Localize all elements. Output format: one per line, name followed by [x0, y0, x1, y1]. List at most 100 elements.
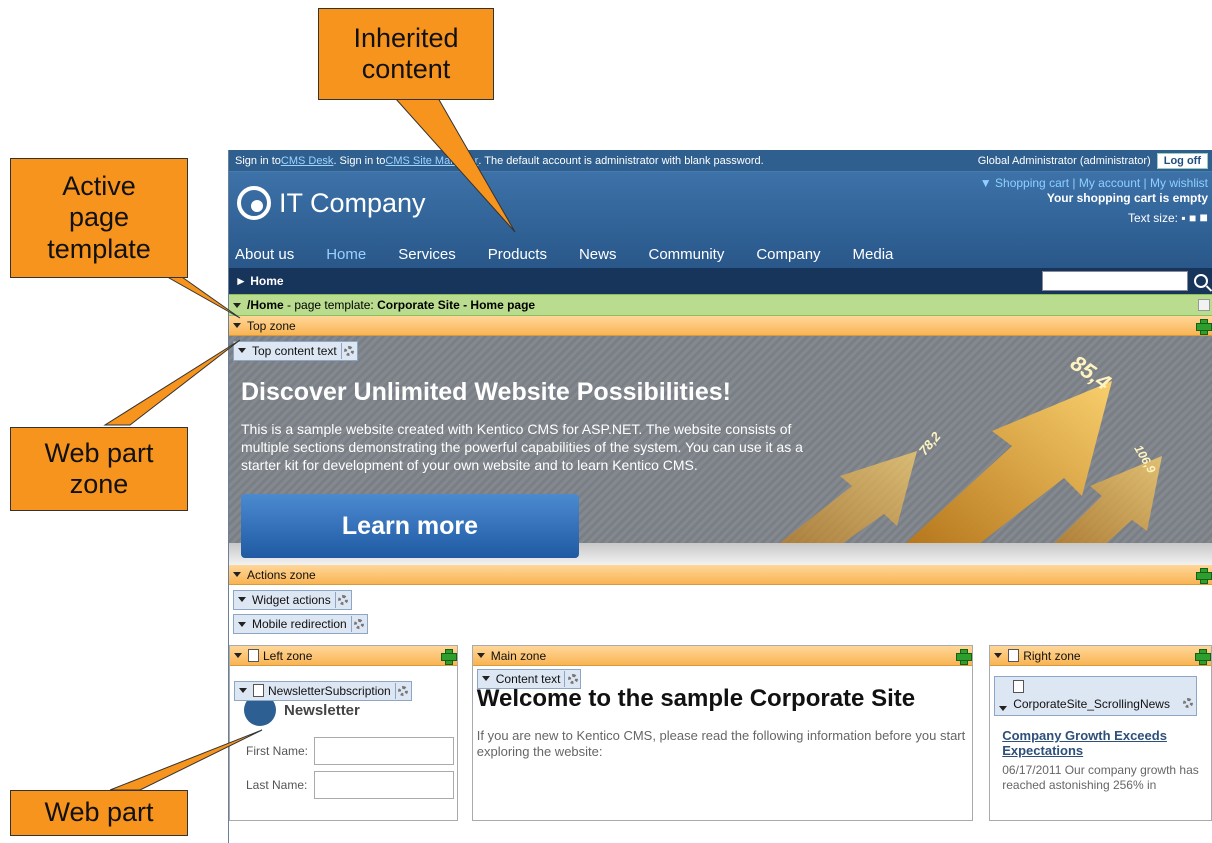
site-logo[interactable]: IT Company [237, 186, 426, 220]
add-webpart-icon[interactable] [440, 648, 457, 665]
webpart-widget-actions[interactable]: Widget actions [233, 589, 352, 610]
first-name-field[interactable] [314, 737, 455, 765]
main-intro-text: If you are new to Kentico CMS, please re… [476, 728, 966, 759]
zone-label: Top zone [247, 318, 296, 333]
nav-item-services[interactable]: Services [384, 246, 474, 263]
breadcrumb-bar: ► Home [229, 268, 1212, 294]
learn-more-button[interactable]: Learn more [241, 494, 579, 558]
actions-zone-header[interactable]: Actions zone [229, 565, 1212, 585]
cart-icon: ▼ [979, 176, 996, 190]
gear-icon[interactable] [350, 616, 367, 632]
newsletter-heading: Newsletter [284, 702, 360, 719]
cms-desk-link[interactable]: CMS Desk [281, 155, 334, 167]
zone-menu-arrow-icon[interactable] [994, 653, 1003, 658]
last-name-label: Last Name: [246, 778, 308, 792]
main-zone-header[interactable]: Main zone [472, 646, 973, 666]
zone-label: Left zone [263, 648, 313, 663]
user-name: Global Administrator (administrator) [977, 154, 1151, 167]
webpart-top-content-text[interactable]: Top content text [233, 340, 358, 361]
webpart-menu-arrow-icon[interactable] [238, 621, 246, 627]
callout-web-part: Web part [10, 790, 188, 836]
webpart-scrolling-news[interactable]: CorporateSite_ScrollingNews [994, 676, 1197, 716]
content-columns: Left zone Newsletter NewsletterSubscript… [229, 645, 1212, 821]
add-webpart-icon[interactable] [1196, 318, 1212, 335]
search-icon[interactable] [1194, 274, 1208, 288]
gear-icon[interactable] [1180, 695, 1196, 711]
callout-active-page-template: Active page template [10, 158, 188, 278]
text-size-control: Text size: ▪ ■ ■ [980, 210, 1208, 226]
nav-item-about[interactable]: About us [229, 246, 312, 263]
document-icon [248, 649, 259, 662]
last-name-row: Last Name: [246, 768, 457, 802]
gear-icon[interactable] [340, 342, 357, 359]
nav-item-home[interactable]: Home [312, 246, 384, 263]
gear-icon[interactable] [334, 591, 351, 608]
annotated-screenshot: Inherited content Active page template W… [0, 0, 1212, 843]
webpart-label-group: CorporateSite_ScrollingNews [1013, 680, 1170, 711]
webpart-label: NewsletterSubscription [268, 683, 391, 698]
logoff-button[interactable]: Log off [1156, 152, 1208, 169]
zone-menu-arrow-icon[interactable] [476, 653, 485, 658]
default-account-text: . The default account is administrator w… [478, 154, 764, 167]
actions-zone-body: Widget actions Mobile redirection [229, 585, 1212, 645]
webpart-content-text[interactable]: Content text [476, 668, 582, 689]
sign-in-text-2: . Sign in to [333, 154, 386, 167]
webpart-label: Top content text [252, 343, 337, 358]
nav-item-community[interactable]: Community [634, 246, 742, 263]
first-name-row: First Name: [246, 734, 457, 768]
top-banner: Top content text 85,4 78,2 106,9 Discove… [229, 336, 1212, 565]
text-size-large-icon[interactable]: ■ [1200, 209, 1208, 225]
left-zone: Left zone Newsletter NewsletterSubscript… [229, 645, 458, 821]
webpart-menu-arrow-icon[interactable] [238, 348, 246, 353]
zone-label: Main zone [490, 648, 547, 663]
add-webpart-icon[interactable] [1195, 648, 1211, 665]
breadcrumb[interactable]: ► Home [235, 274, 284, 288]
webpart-menu-arrow-icon[interactable] [999, 706, 1008, 711]
document-icon [1008, 649, 1020, 662]
main-heading: Welcome to the sample Corporate Site [476, 685, 916, 712]
nav-item-news[interactable]: News [565, 246, 635, 263]
cart-links[interactable]: ▼ Shopping cart | My account | My wishli… [980, 176, 1208, 191]
cart-box: ▼ Shopping cart | My account | My wishli… [980, 176, 1208, 226]
news-title-link[interactable]: Company Growth Exceeds Expectations [1002, 728, 1205, 758]
webpart-label: CorporateSite_ScrollingNews [1013, 697, 1170, 711]
nav-item-media[interactable]: Media [839, 246, 912, 263]
webpart-menu-arrow-icon[interactable] [239, 688, 247, 693]
cart-links-text[interactable]: Shopping cart | My account | My wishlist [995, 176, 1208, 190]
right-zone-header[interactable]: Right zone [990, 646, 1211, 666]
banner-text: This is a sample website created with Ke… [241, 421, 803, 473]
first-name-label: First Name: [246, 744, 309, 758]
zone-label: Right zone [1023, 648, 1081, 663]
main-zone: Main zone Content text Welcome to the sa… [471, 645, 974, 821]
gear-icon[interactable] [564, 670, 580, 687]
sign-in-text: Sign in to [235, 154, 281, 167]
webpart-newsletter-subscription[interactable]: NewsletterSubscription [234, 680, 412, 701]
webpart-menu-arrow-icon[interactable] [238, 597, 246, 602]
add-webpart-icon[interactable] [956, 648, 973, 665]
webpart-mobile-redirection[interactable]: Mobile redirection [233, 614, 368, 634]
zone-menu-arrow-icon[interactable] [233, 323, 241, 328]
admin-topbar: Sign in to CMS Desk . Sign in to CMS Sit… [229, 150, 1212, 172]
callout-inherited-content: Inherited content [318, 8, 494, 100]
template-name: Corporate Site - Home page [377, 298, 536, 312]
last-name-field[interactable] [314, 771, 455, 799]
text-size-small-icon[interactable]: ▪ [1181, 211, 1185, 225]
nav-item-products[interactable]: Products [474, 246, 565, 263]
collapse-arrow-icon[interactable] [233, 302, 241, 308]
zone-menu-arrow-icon[interactable] [234, 653, 242, 658]
site-manager-link[interactable]: CMS Site Manager [385, 155, 478, 167]
zone-menu-arrow-icon[interactable] [233, 572, 241, 577]
webpart-label: Mobile redirection [252, 617, 347, 631]
text-size-medium-icon[interactable]: ■ [1189, 211, 1196, 225]
top-zone-header[interactable]: Top zone [229, 316, 1212, 336]
add-webpart-icon[interactable] [1196, 567, 1212, 584]
cms-page-screenshot: Sign in to CMS Desk . Sign in to CMS Sit… [228, 150, 1212, 843]
logo-icon [237, 186, 271, 220]
search-input[interactable] [1042, 271, 1188, 291]
edit-template-icon[interactable] [1198, 299, 1210, 311]
nav-item-company[interactable]: Company [742, 246, 838, 263]
page-template-bar[interactable]: /Home - page template: Corporate Site - … [229, 294, 1212, 316]
gear-icon[interactable] [394, 682, 411, 699]
webpart-menu-arrow-icon[interactable] [481, 676, 490, 681]
left-zone-header[interactable]: Left zone [230, 646, 457, 666]
